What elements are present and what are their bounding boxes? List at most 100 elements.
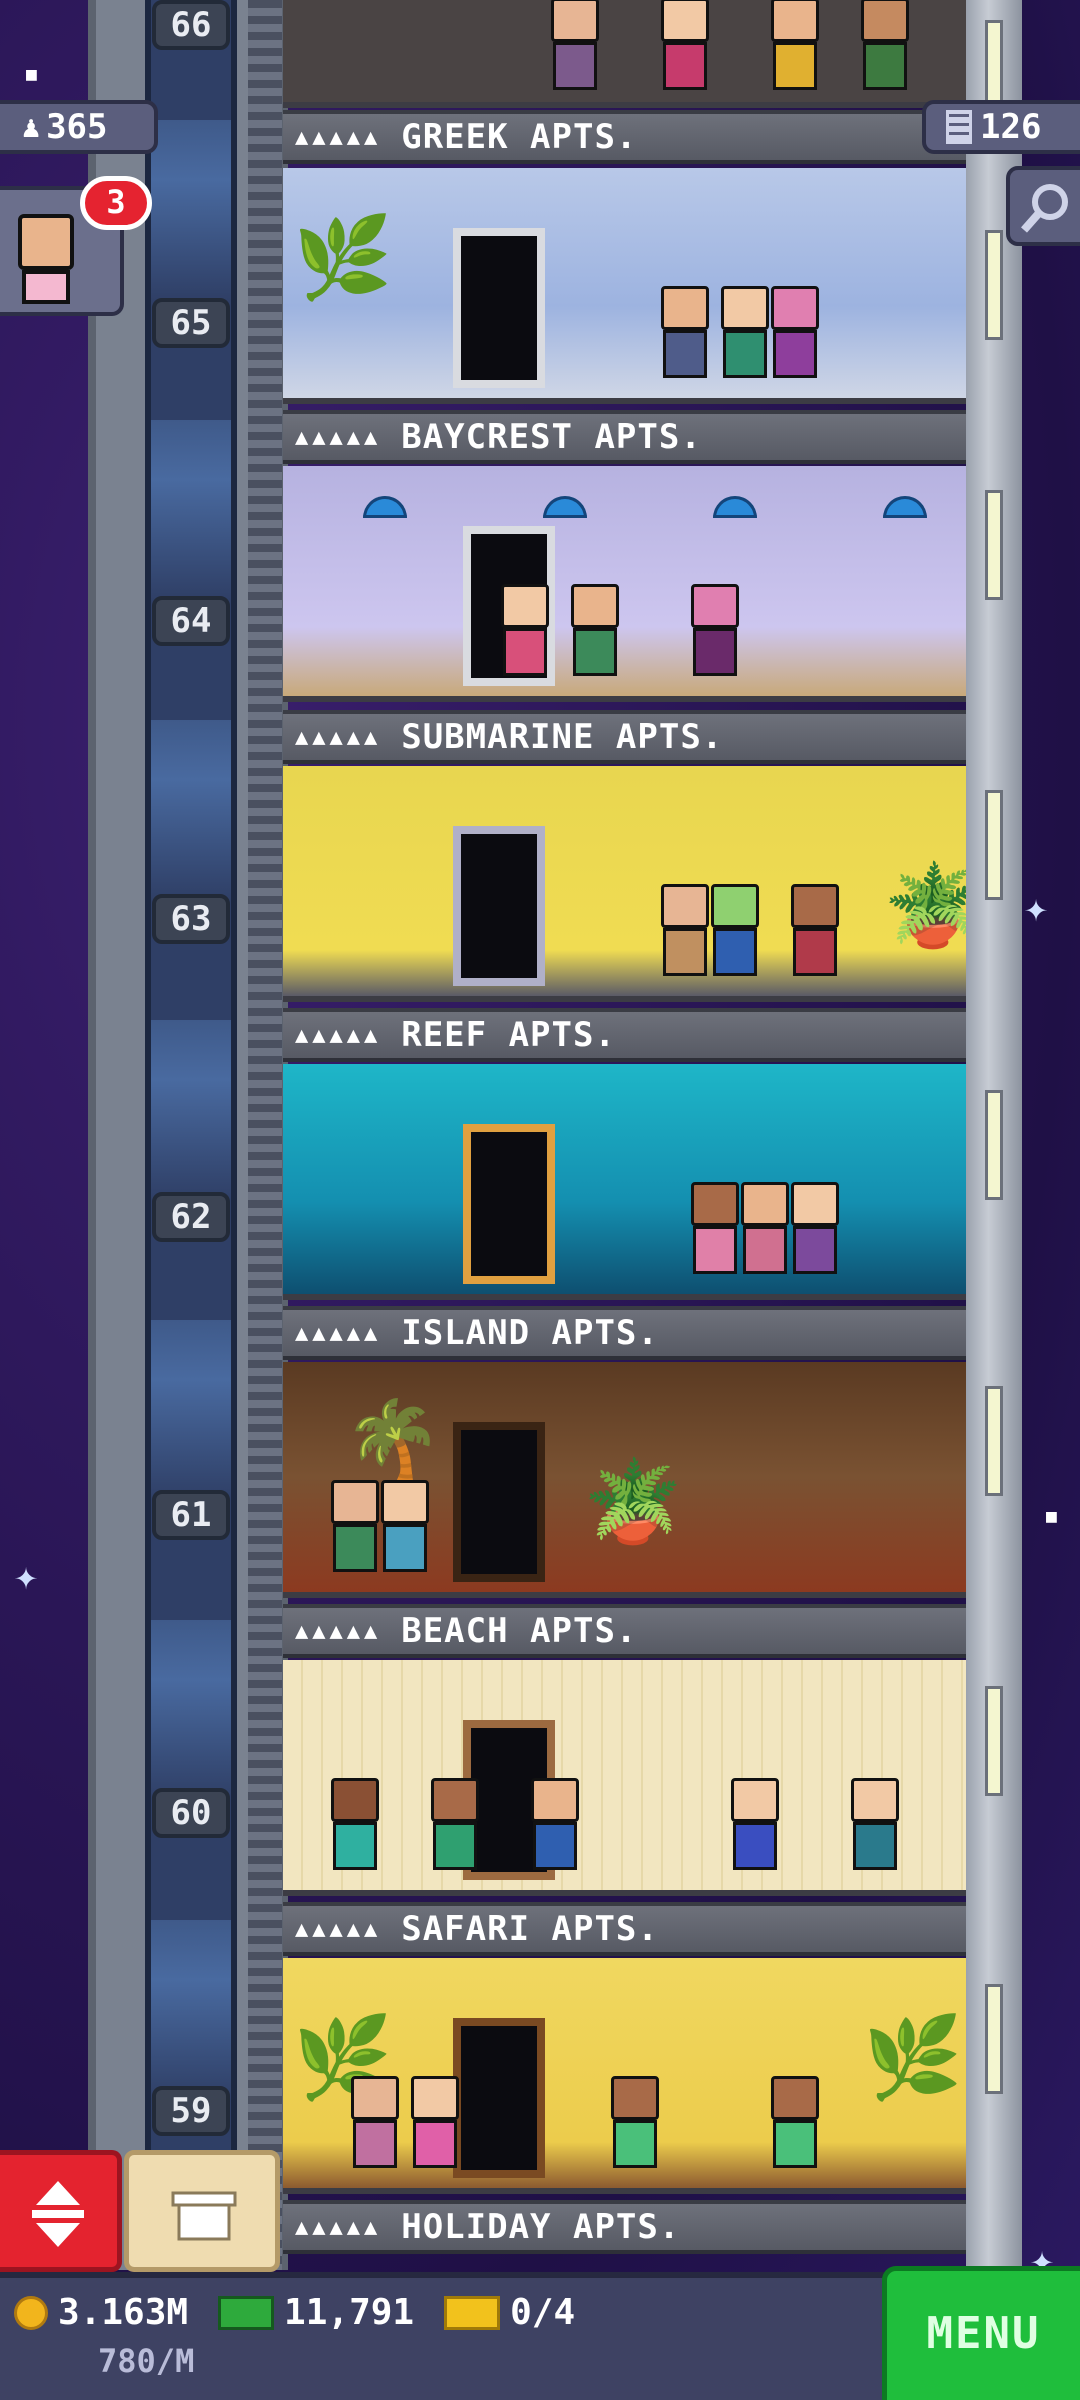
apartment-door bbox=[463, 1124, 555, 1284]
window bbox=[985, 1984, 1003, 2094]
star-decoration: ■ bbox=[26, 64, 37, 85]
floor-sign-submarine[interactable]: ▲▲▲▲▲ SUBMARINE APTS. bbox=[283, 710, 966, 764]
floor-sign-greek[interactable]: ▲▲▲▲▲ GREEK APTS. bbox=[283, 110, 966, 164]
resident-sprite[interactable] bbox=[653, 0, 717, 98]
ceiling-lamp-icon bbox=[883, 496, 927, 518]
visitor-count-badge: 3 bbox=[80, 176, 152, 230]
floor-name: HOLIDAY APTS. bbox=[401, 2207, 681, 2247]
menu-button[interactable]: MENU bbox=[882, 2266, 1080, 2400]
storage-box-button[interactable] bbox=[124, 2150, 280, 2272]
plant-icon: 🪴 bbox=[583, 1455, 683, 1548]
elevator-rail bbox=[248, 0, 282, 2270]
floor-number-64: 64 bbox=[152, 596, 230, 646]
floor-sign-island[interactable]: ▲▲▲▲▲ ISLAND APTS. bbox=[283, 1306, 966, 1360]
floor-name: ISLAND APTS. bbox=[401, 1313, 659, 1353]
floor-rating-stars: ▲▲▲▲▲ bbox=[295, 424, 382, 450]
floor-rating-stars: ▲▲▲▲▲ bbox=[295, 124, 382, 150]
floor-rating-stars: ▲▲▲▲▲ bbox=[295, 724, 382, 750]
floor-holiday-interior[interactable]: 🌿 🌿 bbox=[283, 1958, 966, 2194]
window bbox=[985, 490, 1003, 600]
resident-sprite[interactable] bbox=[783, 884, 847, 984]
search-icon bbox=[1021, 184, 1068, 233]
floor-rating-stars: ▲▲▲▲▲ bbox=[295, 1618, 382, 1644]
window bbox=[985, 1386, 1003, 1496]
floor-rating-stars: ▲▲▲▲▲ bbox=[295, 1320, 382, 1346]
floor-greek-interior[interactable] bbox=[283, 0, 966, 108]
floor-number-66: 66 bbox=[152, 0, 230, 50]
floor-submarine-interior[interactable] bbox=[283, 466, 966, 702]
floor-name: REEF APTS. bbox=[401, 1015, 616, 1055]
palm-tree-icon: 🌴 bbox=[343, 1395, 443, 1488]
population-value: 365 bbox=[46, 107, 108, 147]
floor-name: BEACH APTS. bbox=[401, 1611, 638, 1651]
window bbox=[985, 230, 1003, 340]
income-rate: 780/M bbox=[98, 2342, 195, 2380]
resident-sprite[interactable] bbox=[703, 884, 767, 984]
floor-sign-safari[interactable]: ▲▲▲▲▲ SAFARI APTS. bbox=[283, 1902, 966, 1956]
resident-sprite[interactable] bbox=[543, 0, 607, 98]
plant-icon: 🪴 bbox=[883, 866, 966, 946]
resident-sprite[interactable] bbox=[603, 2076, 667, 2176]
resident-sprite[interactable] bbox=[323, 1778, 387, 1878]
floor-rating-stars: ▲▲▲▲▲ bbox=[295, 1916, 382, 1942]
ticket-icon bbox=[444, 2295, 501, 2330]
floor-reef-interior[interactable]: 🪴 bbox=[283, 766, 966, 1002]
floor-baycrest-interior[interactable]: 🌿 bbox=[283, 168, 966, 404]
window bbox=[985, 1090, 1003, 1200]
resident-sprite[interactable] bbox=[493, 584, 557, 684]
floor-count-value: 126 bbox=[980, 107, 1042, 147]
floor-sign-baycrest[interactable]: ▲▲▲▲▲ BAYCREST APTS. bbox=[283, 410, 966, 464]
population-counter[interactable]: ♟ 365 bbox=[0, 100, 158, 154]
floor-sign-holiday[interactable]: ▲▲▲▲▲ HOLIDAY APTS. bbox=[283, 2200, 966, 2254]
floor-safari-interior[interactable] bbox=[283, 1660, 966, 1896]
resident-sprite[interactable] bbox=[653, 286, 717, 386]
resident-sprite[interactable] bbox=[373, 1480, 437, 1580]
floor-island-interior[interactable] bbox=[283, 1064, 966, 1300]
resident-sprite[interactable] bbox=[843, 1778, 907, 1878]
resident-sprite[interactable] bbox=[763, 2076, 827, 2176]
floor-sign-reef[interactable]: ▲▲▲▲▲ REEF APTS. bbox=[283, 1008, 966, 1062]
ceiling-lamp-icon bbox=[713, 496, 757, 518]
floor-name: BAYCREST APTS. bbox=[401, 417, 702, 457]
floor-name: SAFARI APTS. bbox=[401, 1909, 659, 1949]
floor-rating-stars: ▲▲▲▲▲ bbox=[295, 1022, 382, 1048]
floor-counter[interactable]: 126 bbox=[922, 100, 1080, 154]
star-decoration: ✦ bbox=[14, 1553, 39, 1599]
floor-beach-interior[interactable]: 🌴 🪴 bbox=[283, 1362, 966, 1598]
resident-sprite[interactable] bbox=[343, 2076, 407, 2176]
floor-sign-beach[interactable]: ▲▲▲▲▲ BEACH APTS. bbox=[283, 1604, 966, 1658]
floor-number-59: 59 bbox=[152, 2086, 230, 2136]
floor-number-65: 65 bbox=[152, 298, 230, 348]
bux-value: 11,791 bbox=[284, 2292, 415, 2333]
floor-name: SUBMARINE APTS. bbox=[401, 717, 724, 757]
star-decoration: ■ bbox=[1046, 1506, 1057, 1527]
person-icon: ♟ bbox=[22, 109, 41, 145]
star-decoration: ✦ bbox=[1024, 885, 1049, 931]
resident-sprite[interactable] bbox=[403, 2076, 467, 2176]
resident-sprite[interactable] bbox=[763, 286, 827, 386]
resident-sprite[interactable] bbox=[763, 0, 827, 98]
floor-rating-stars: ▲▲▲▲▲ bbox=[295, 2214, 382, 2240]
resident-sprite[interactable] bbox=[563, 584, 627, 684]
tickets-value: 0/4 bbox=[510, 2292, 576, 2333]
elevator-control-button[interactable] bbox=[0, 2150, 122, 2272]
apartment-door bbox=[453, 1422, 545, 1582]
floor-number-60: 60 bbox=[152, 1788, 230, 1838]
box-icon bbox=[171, 2191, 237, 2241]
resident-sprite[interactable] bbox=[853, 0, 917, 98]
resident-sprite[interactable] bbox=[723, 1778, 787, 1878]
ceiling-lamp-icon bbox=[363, 496, 407, 518]
resident-sprite[interactable] bbox=[783, 1182, 847, 1282]
apartment-door bbox=[453, 826, 545, 986]
floor-number-62: 62 bbox=[152, 1192, 230, 1242]
visitor-avatar-body bbox=[22, 270, 70, 304]
coins-value: 3.163M bbox=[58, 2292, 189, 2333]
currency-row: 3.163M 11,791 0/4 bbox=[14, 2292, 575, 2333]
floor-number-63: 63 bbox=[152, 894, 230, 944]
resident-sprite[interactable] bbox=[523, 1778, 587, 1878]
apartment-door bbox=[453, 228, 545, 388]
window bbox=[985, 1686, 1003, 1796]
resident-sprite[interactable] bbox=[423, 1778, 487, 1878]
search-button[interactable] bbox=[1006, 166, 1080, 246]
resident-sprite[interactable] bbox=[683, 584, 747, 684]
